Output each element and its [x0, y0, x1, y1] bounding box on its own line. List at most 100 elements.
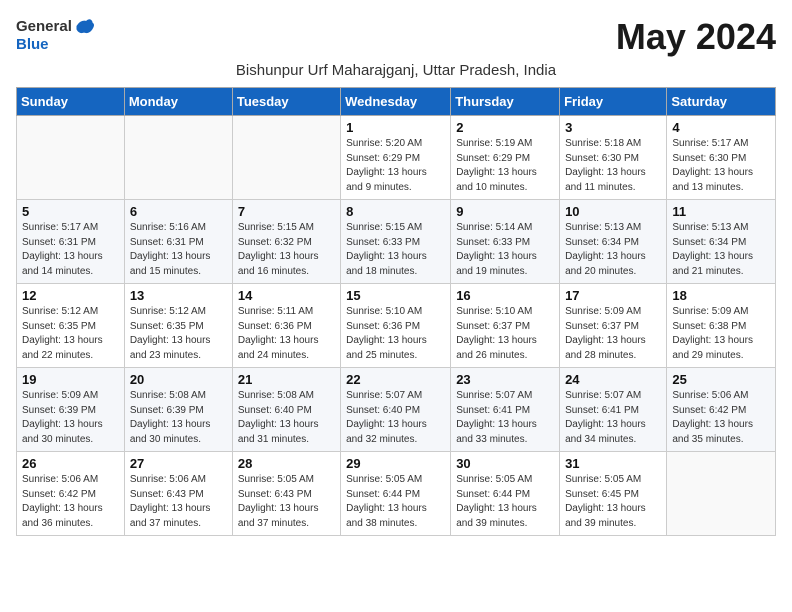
- day-info: Sunrise: 5:14 AMSunset: 6:33 PMDaylight:…: [456, 221, 554, 279]
- day-number: 19: [22, 372, 119, 387]
- day-info: Sunrise: 5:08 AMSunset: 6:39 PMDaylight:…: [130, 389, 227, 447]
- day-header-wednesday: Wednesday: [341, 88, 451, 116]
- calendar-header-row: SundayMondayTuesdayWednesdayThursdayFrid…: [17, 88, 776, 116]
- day-number: 22: [346, 372, 445, 387]
- calendar-week-4: 19 Sunrise: 5:09 AMSunset: 6:39 PMDayligh…: [17, 368, 776, 452]
- day-number: 5: [22, 204, 119, 219]
- calendar-cell: 11 Sunrise: 5:13 AMSunset: 6:34 PMDayligh…: [667, 200, 776, 284]
- calendar-cell: [124, 116, 232, 200]
- calendar-cell: 24 Sunrise: 5:07 AMSunset: 6:41 PMDayligh…: [560, 368, 667, 452]
- day-info: Sunrise: 5:13 AMSunset: 6:34 PMDaylight:…: [565, 221, 661, 279]
- day-number: 24: [565, 372, 661, 387]
- day-number: 11: [672, 204, 770, 219]
- calendar-week-5: 26 Sunrise: 5:06 AMSunset: 6:42 PMDayligh…: [17, 452, 776, 536]
- day-header-thursday: Thursday: [451, 88, 560, 116]
- day-info: Sunrise: 5:05 AMSunset: 6:45 PMDaylight:…: [565, 473, 661, 531]
- calendar-cell: 27 Sunrise: 5:06 AMSunset: 6:43 PMDayligh…: [124, 452, 232, 536]
- calendar-cell: 14Sunrise: 5:11 AMSunset: 6:36 PMDayligh…: [232, 284, 340, 368]
- day-number: 4: [672, 120, 770, 135]
- calendar-cell: 21 Sunrise: 5:08 AMSunset: 6:40 PMDayligh…: [232, 368, 340, 452]
- day-number: 1: [346, 120, 445, 135]
- calendar-week-3: 12 Sunrise: 5:12 AMSunset: 6:35 PMDayligh…: [17, 284, 776, 368]
- day-info: Sunrise: 5:12 AMSunset: 6:35 PMDaylight:…: [22, 305, 119, 363]
- day-info: Sunrise: 5:06 AMSunset: 6:42 PMDaylight:…: [22, 473, 119, 531]
- day-number: 9: [456, 204, 554, 219]
- day-info: Sunrise: 5:06 AMSunset: 6:43 PMDaylight:…: [130, 473, 227, 531]
- day-info: Sunrise: 5:10 AMSunset: 6:36 PMDaylight:…: [346, 305, 445, 363]
- day-number: 20: [130, 372, 227, 387]
- day-number: 16: [456, 288, 554, 303]
- day-number: 3: [565, 120, 661, 135]
- day-number: 14: [238, 288, 335, 303]
- calendar-cell: 1Sunrise: 5:20 AMSunset: 6:29 PMDaylight…: [341, 116, 451, 200]
- logo-general: General: [16, 18, 72, 35]
- calendar-cell: 19 Sunrise: 5:09 AMSunset: 6:39 PMDayligh…: [17, 368, 125, 452]
- calendar-table: SundayMondayTuesdayWednesdayThursdayFrid…: [16, 87, 776, 536]
- day-info: Sunrise: 5:10 AMSunset: 6:37 PMDaylight:…: [456, 305, 554, 363]
- day-number: 30: [456, 456, 554, 471]
- day-info: Sunrise: 5:16 AMSunset: 6:31 PMDaylight:…: [130, 221, 227, 279]
- day-info: Sunrise: 5:09 AMSunset: 6:37 PMDaylight:…: [565, 305, 661, 363]
- subtitle: Bishunpur Urf Maharajganj, Uttar Pradesh…: [16, 62, 776, 79]
- calendar-cell: 4 Sunrise: 5:17 AMSunset: 6:30 PMDaylight…: [667, 116, 776, 200]
- day-info: Sunrise: 5:07 AMSunset: 6:40 PMDaylight:…: [346, 389, 445, 447]
- day-info: Sunrise: 5:12 AMSunset: 6:35 PMDaylight:…: [130, 305, 227, 363]
- calendar-cell: 23 Sunrise: 5:07 AMSunset: 6:41 PMDayligh…: [451, 368, 560, 452]
- calendar-cell: 8 Sunrise: 5:15 AMSunset: 6:33 PMDaylight…: [341, 200, 451, 284]
- calendar-cell: 13 Sunrise: 5:12 AMSunset: 6:35 PMDayligh…: [124, 284, 232, 368]
- calendar-cell: 16 Sunrise: 5:10 AMSunset: 6:37 PMDayligh…: [451, 284, 560, 368]
- calendar-cell: 26 Sunrise: 5:06 AMSunset: 6:42 PMDayligh…: [17, 452, 125, 536]
- day-info: Sunrise: 5:09 AMSunset: 6:38 PMDaylight:…: [672, 305, 770, 363]
- day-info: Sunrise: 5:17 AMSunset: 6:30 PMDaylight:…: [672, 137, 770, 195]
- day-info: Sunrise: 5:15 AMSunset: 6:33 PMDaylight:…: [346, 221, 445, 279]
- month-title: May 2024: [616, 16, 776, 58]
- day-info: Sunrise: 5:13 AMSunset: 6:34 PMDaylight:…: [672, 221, 770, 279]
- day-number: 18: [672, 288, 770, 303]
- day-info: Sunrise: 5:05 AMSunset: 6:43 PMDaylight:…: [238, 473, 335, 531]
- calendar-body: 1Sunrise: 5:20 AMSunset: 6:29 PMDaylight…: [17, 116, 776, 536]
- calendar-cell: 7 Sunrise: 5:15 AMSunset: 6:32 PMDaylight…: [232, 200, 340, 284]
- calendar-cell: 12 Sunrise: 5:12 AMSunset: 6:35 PMDayligh…: [17, 284, 125, 368]
- calendar-cell: 5Sunrise: 5:17 AMSunset: 6:31 PMDaylight…: [17, 200, 125, 284]
- day-info: Sunrise: 5:07 AMSunset: 6:41 PMDaylight:…: [456, 389, 554, 447]
- day-number: 31: [565, 456, 661, 471]
- calendar-cell: 31 Sunrise: 5:05 AMSunset: 6:45 PMDayligh…: [560, 452, 667, 536]
- calendar-week-2: 5Sunrise: 5:17 AMSunset: 6:31 PMDaylight…: [17, 200, 776, 284]
- calendar-cell: 28Sunrise: 5:05 AMSunset: 6:43 PMDayligh…: [232, 452, 340, 536]
- calendar-cell: [232, 116, 340, 200]
- logo-blue: Blue: [16, 36, 49, 53]
- day-number: 26: [22, 456, 119, 471]
- calendar-cell: 18 Sunrise: 5:09 AMSunset: 6:38 PMDayligh…: [667, 284, 776, 368]
- day-number: 6: [130, 204, 227, 219]
- calendar-cell: 29Sunrise: 5:05 AMSunset: 6:44 PMDayligh…: [341, 452, 451, 536]
- day-number: 12: [22, 288, 119, 303]
- day-header-monday: Monday: [124, 88, 232, 116]
- day-number: 2: [456, 120, 554, 135]
- day-number: 13: [130, 288, 227, 303]
- calendar-cell: 6 Sunrise: 5:16 AMSunset: 6:31 PMDaylight…: [124, 200, 232, 284]
- day-info: Sunrise: 5:07 AMSunset: 6:41 PMDaylight:…: [565, 389, 661, 447]
- calendar-cell: 9 Sunrise: 5:14 AMSunset: 6:33 PMDaylight…: [451, 200, 560, 284]
- calendar-week-1: 1Sunrise: 5:20 AMSunset: 6:29 PMDaylight…: [17, 116, 776, 200]
- calendar-cell: 22 Sunrise: 5:07 AMSunset: 6:40 PMDayligh…: [341, 368, 451, 452]
- logo: General Blue: [16, 16, 94, 54]
- day-info: Sunrise: 5:08 AMSunset: 6:40 PMDaylight:…: [238, 389, 335, 447]
- day-number: 7: [238, 204, 335, 219]
- day-number: 10: [565, 204, 661, 219]
- day-info: Sunrise: 5:05 AMSunset: 6:44 PMDaylight:…: [456, 473, 554, 531]
- day-number: 25: [672, 372, 770, 387]
- day-info: Sunrise: 5:09 AMSunset: 6:39 PMDaylight:…: [22, 389, 119, 447]
- day-number: 27: [130, 456, 227, 471]
- day-info: Sunrise: 5:05 AMSunset: 6:44 PMDaylight:…: [346, 473, 445, 531]
- day-info: Sunrise: 5:15 AMSunset: 6:32 PMDaylight:…: [238, 221, 335, 279]
- day-number: 23: [456, 372, 554, 387]
- day-number: 21: [238, 372, 335, 387]
- day-number: 17: [565, 288, 661, 303]
- day-header-saturday: Saturday: [667, 88, 776, 116]
- calendar-cell: 15Sunrise: 5:10 AMSunset: 6:36 PMDayligh…: [341, 284, 451, 368]
- day-number: 8: [346, 204, 445, 219]
- day-info: Sunrise: 5:19 AMSunset: 6:29 PMDaylight:…: [456, 137, 554, 195]
- calendar-cell: [17, 116, 125, 200]
- calendar-cell: 30 Sunrise: 5:05 AMSunset: 6:44 PMDayligh…: [451, 452, 560, 536]
- calendar-cell: 2 Sunrise: 5:19 AMSunset: 6:29 PMDaylight…: [451, 116, 560, 200]
